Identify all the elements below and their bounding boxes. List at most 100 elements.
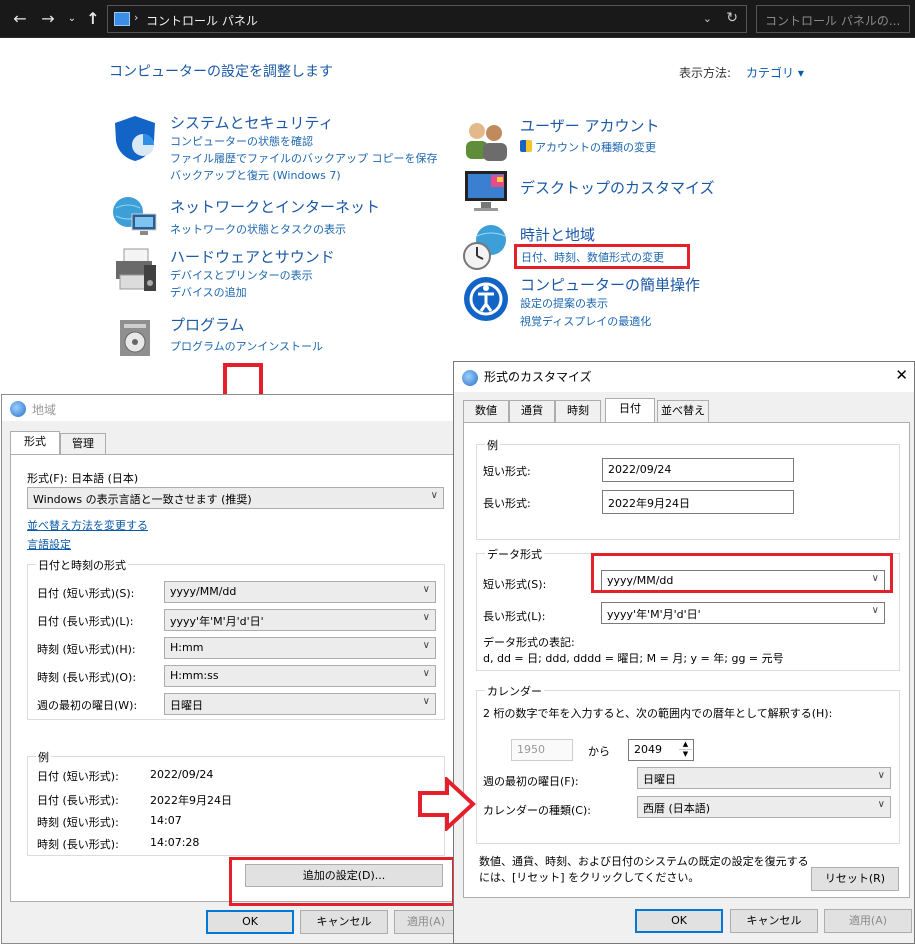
recent-dropdown-icon[interactable]: ⌄ [62, 9, 82, 29]
long-date-value: yyyy'年'M'月'd'日' [170, 615, 264, 628]
link-file-history[interactable]: ファイル履歴でファイルのバックアップ コピーを保存 [170, 150, 438, 166]
tab-currency[interactable]: 通貨 [509, 400, 555, 422]
category-network[interactable]: ネットワークとインターネット [170, 196, 380, 217]
cust-first-day-value: 日曜日 [643, 773, 676, 786]
long-example-box: 2022年9月24日 [602, 490, 794, 514]
view-by-value: カテゴリ [746, 66, 795, 80]
chevron-down-icon: ∨ [877, 799, 885, 810]
region-ok-button[interactable]: OK [206, 910, 294, 934]
year-to-spinner[interactable]: 2049 ▲ ▼ [628, 739, 694, 761]
highlight-short-format [591, 553, 893, 593]
explorer-toolbar: ← → ⌄ ↑ › コントロール パネル ⌄ ↻ コントロール パネルの... [0, 0, 915, 38]
reset-button[interactable]: リセット(R) [811, 867, 899, 891]
link-change-account-type[interactable]: アカウントの種類の変更 [535, 139, 656, 155]
region-apply-button[interactable]: 適用(A) [394, 910, 458, 934]
date-panel: 例 短い形式: 2022/09/24 長い形式: 2022年9月24日 データ形… [463, 422, 910, 898]
short-date-value: yyyy/MM/dd [170, 585, 237, 598]
fmt-short-label: 短い形式(S): [483, 578, 547, 591]
link-check-status[interactable]: コンピューターの状態を確認 [170, 133, 313, 149]
customize-title: 形式のカスタマイズ [484, 370, 592, 384]
fmt-long-select[interactable]: yyyy'年'M'月'd'日' ∨ [601, 602, 885, 624]
example-value-short-date: 2022/09/24 [150, 768, 214, 781]
view-by-dropdown[interactable]: カテゴリ ▾ [746, 64, 804, 81]
example-label-long-time: 時刻 (長い形式): [37, 838, 119, 851]
category-user-accounts[interactable]: ユーザー アカウント [520, 115, 659, 136]
cust-first-day-select[interactable]: 日曜日 ∨ [637, 767, 891, 789]
chevron-down-icon: ∨ [871, 605, 879, 616]
address-dropdown-icon[interactable]: ⌄ [703, 12, 712, 25]
example-label-short-time: 時刻 (短い形式): [37, 816, 119, 829]
category-desktop-customize[interactable]: デスクトップのカスタマイズ [520, 177, 715, 198]
link-language-settings[interactable]: 言語設定 [27, 536, 71, 552]
format-label: 形式(F): 日本語 (日本) [27, 472, 139, 485]
chevron-down-icon: ∨ [430, 490, 438, 501]
link-suggestions[interactable]: 設定の提案の表示 [520, 295, 608, 311]
short-time-select[interactable]: H:mm ∨ [164, 637, 436, 659]
user-accounts-icon [466, 123, 507, 161]
category-clock-region[interactable]: 時計と地域 [520, 224, 595, 245]
link-network-status[interactable]: ネットワークの状態とタスクの表示 [170, 221, 346, 237]
customize-cancel-button[interactable]: キャンセル [730, 909, 818, 933]
link-devices-printers[interactable]: デバイスとプリンターの表示 [170, 267, 313, 283]
row-label-long-date: 日付 (長い形式)(L): [37, 615, 134, 628]
category-programs[interactable]: プログラム [170, 314, 245, 335]
tab-format[interactable]: 形式 [10, 431, 60, 455]
highlight-additional-settings [229, 857, 455, 906]
long-date-select[interactable]: yyyy'年'M'月'd'日' ∨ [164, 609, 436, 631]
link-add-device[interactable]: デバイスの追加 [170, 284, 247, 300]
search-input[interactable]: コントロール パネルの... [756, 5, 910, 33]
close-icon[interactable]: ✕ [895, 366, 908, 384]
category-ease-of-access[interactable]: コンピューターの簡単操作 [520, 274, 700, 295]
address-bar[interactable]: › コントロール パネル ⌄ ↻ [107, 5, 747, 33]
forward-arrow-icon[interactable]: → [38, 9, 58, 29]
format-select[interactable]: Windows の表示言語と一致させます (推奨) ∨ [27, 487, 444, 509]
category-hardware-sound[interactable]: ハードウェアとサウンド [170, 246, 335, 267]
tab-time[interactable]: 時刻 [555, 400, 601, 422]
group-date-time-formats: 日付と時刻の形式 日付 (短い形式)(S): yyyy/MM/dd ∨ 日付 (長… [27, 557, 445, 720]
year-from-box: 1950 [511, 739, 573, 761]
fmt-long-value: yyyy'年'M'月'd'日' [607, 608, 701, 621]
customize-title-bar: 形式のカスタマイズ ✕ [454, 362, 914, 392]
spin-down-icon[interactable]: ▼ [679, 750, 692, 760]
customize-apply-button[interactable]: 適用(A) [824, 909, 912, 933]
tab-number[interactable]: 数値 [463, 400, 509, 422]
example-value-short-time: 14:07 [150, 814, 182, 827]
first-day-value: 日曜日 [170, 699, 203, 712]
chevron-down-icon: ∨ [422, 668, 430, 679]
refresh-icon[interactable]: ↻ [726, 10, 738, 26]
category-system-security[interactable]: システムとセキュリティ [170, 112, 334, 133]
link-backup-restore[interactable]: バックアップと復元 (Windows 7) [170, 167, 341, 183]
page-title: コンピューターの設定を調整します [109, 64, 333, 80]
back-arrow-icon[interactable]: ← [10, 9, 30, 29]
reset-text-line-2: には、[リセット] をクリックしてください。 [479, 871, 700, 884]
calendar-type-select[interactable]: 西暦 (日本語) ∨ [637, 796, 891, 818]
first-day-label: 週の最初の曜日(F): [483, 775, 579, 788]
tab-sort[interactable]: 並べ替え [657, 400, 709, 422]
link-optimize-display[interactable]: 視覚ディスプレイの最適化 [520, 313, 651, 329]
search-placeholder: コントロール パネルの... [765, 14, 901, 28]
notation-title: データ形式の表記: [483, 636, 575, 649]
red-arrow-right-icon [418, 777, 476, 831]
tab-date[interactable]: 日付 [605, 398, 655, 422]
group-example: 例 日付 (短い形式): 2022/09/24 日付 (長い形式): 2022年… [27, 749, 445, 856]
customize-ok-button[interactable]: OK [635, 909, 723, 933]
group-example-label: 例 [36, 749, 51, 765]
spin-up-icon[interactable]: ▲ [679, 740, 692, 750]
two-digit-year-text: 2 桁の数字で年を入力すると、次の範囲内での暦年として解釈する(H): [483, 707, 833, 720]
link-uninstall-program[interactable]: プログラムのアンインストール [170, 338, 323, 354]
short-date-select[interactable]: yyyy/MM/dd ∨ [164, 581, 436, 603]
up-arrow-icon[interactable]: ↑ [83, 9, 103, 29]
long-time-value: H:mm:ss [170, 669, 219, 682]
first-day-select[interactable]: 日曜日 ∨ [164, 693, 436, 715]
uac-shield-icon [520, 140, 532, 152]
chevron-down-icon: ∨ [422, 584, 430, 595]
region-cancel-button[interactable]: キャンセル [300, 910, 388, 934]
long-example-value: 2022年9月24日 [608, 497, 690, 510]
long-time-select[interactable]: H:mm:ss ∨ [164, 665, 436, 687]
format-value: Windows の表示言語と一致させます (推奨) [33, 493, 252, 506]
format-panel: 形式(F): 日本語 (日本) Windows の表示言語と一致させます (推奨… [10, 454, 458, 902]
link-change-sort[interactable]: 並べ替え方法を変更する [27, 517, 148, 533]
group-date-time-label: 日付と時刻の形式 [36, 557, 128, 573]
customize-format-dialog: 形式のカスタマイズ ✕ 数値 通貨 時刻 日付 並べ替え 例 短い形式: 202… [453, 361, 915, 944]
tab-admin[interactable]: 管理 [60, 433, 106, 455]
